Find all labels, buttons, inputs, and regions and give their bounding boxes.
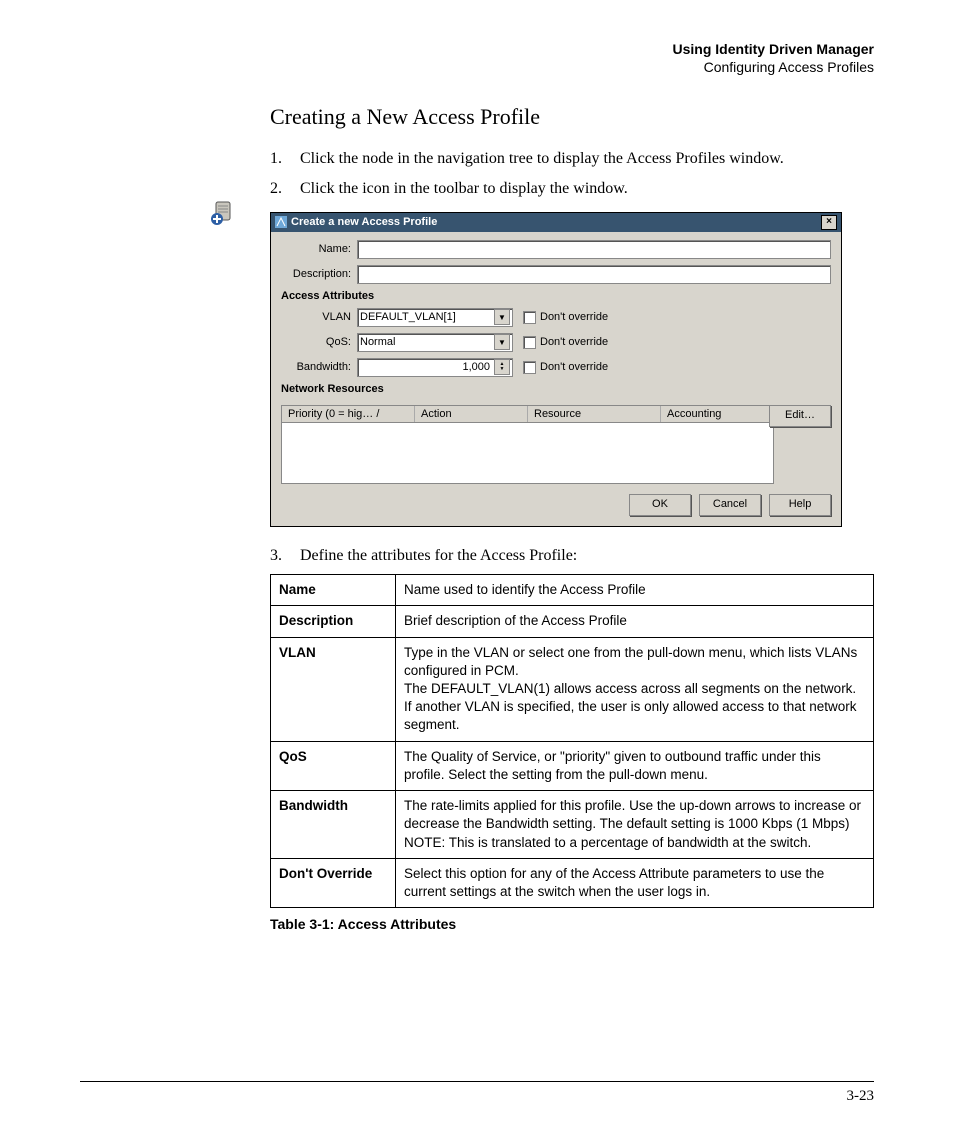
table-row: VLANType in the VLAN or select one from … — [271, 637, 874, 741]
dialog-icon — [275, 216, 287, 228]
vlan-label: VLAN — [281, 311, 351, 323]
bandwidth-label: Bandwidth: — [281, 361, 351, 373]
page-number: 3-23 — [847, 1088, 875, 1104]
checkbox-icon[interactable] — [523, 311, 536, 324]
step-1: 1. Click the node in the navigation tree… — [270, 148, 874, 170]
attr-desc: Brief description of the Access Profile — [396, 606, 874, 637]
attr-name: Bandwidth — [271, 791, 396, 859]
access-attributes-table: NameName used to identify the Access Pro… — [270, 574, 874, 908]
attr-name: Don't Override — [271, 858, 396, 907]
description-label: Description: — [281, 268, 351, 280]
cancel-button[interactable]: Cancel — [699, 494, 761, 516]
ok-button[interactable]: OK — [629, 494, 691, 516]
header-bold: Using Identity Driven Manager — [80, 40, 874, 58]
running-header: Using Identity Driven Manager Configurin… — [80, 40, 874, 76]
network-resources-header: Network Resources — [281, 383, 831, 395]
attr-name: QoS — [271, 741, 396, 790]
vlan-combo[interactable]: DEFAULT_VLAN[1] ▼ — [357, 308, 513, 327]
table-row: NameName used to identify the Access Pro… — [271, 575, 874, 606]
page-footer: 3-23 — [80, 1081, 874, 1105]
help-button[interactable]: Help — [769, 494, 831, 516]
attr-desc: Name used to identify the Access Profile — [396, 575, 874, 606]
name-field[interactable] — [357, 240, 831, 259]
checkbox-icon[interactable] — [523, 361, 536, 374]
bandwidth-spinner[interactable]: 1,000 ▲▼ — [357, 358, 513, 377]
table-row: QoSThe Quality of Service, or "priority"… — [271, 741, 874, 790]
resources-list[interactable] — [281, 423, 774, 484]
create-profile-dialog: Create a new Access Profile × Name: Desc… — [270, 212, 842, 527]
table-row: DescriptionBrief description of the Acce… — [271, 606, 874, 637]
table-caption: Table 3-1: Access Attributes — [270, 916, 874, 932]
attr-desc: Type in the VLAN or select one from the … — [396, 637, 874, 741]
resources-list-header: Priority (0 = hig… / Action Resource Acc… — [281, 405, 774, 423]
attr-desc: The Quality of Service, or "priority" gi… — [396, 741, 874, 790]
section-title: Creating a New Access Profile — [270, 104, 874, 130]
add-profile-icon — [210, 200, 236, 231]
chevron-down-icon[interactable]: ▼ — [494, 309, 510, 325]
attr-name: VLAN — [271, 637, 396, 741]
name-label: Name: — [281, 243, 351, 255]
attr-name: Description — [271, 606, 396, 637]
description-field[interactable] — [357, 265, 831, 284]
table-row: BandwidthThe rate-limits applied for thi… — [271, 791, 874, 859]
vlan-dont-override[interactable]: Don't override — [523, 311, 608, 324]
edit-button[interactable]: Edit… — [769, 405, 831, 427]
access-attributes-header: Access Attributes — [281, 290, 831, 302]
qos-combo[interactable]: Normal ▼ — [357, 333, 513, 352]
qos-label: QoS: — [281, 336, 351, 348]
checkbox-icon[interactable] — [523, 336, 536, 349]
spinner-arrows-icon[interactable]: ▲▼ — [494, 359, 510, 375]
table-row: Don't OverrideSelect this option for any… — [271, 858, 874, 907]
dialog-title: Create a new Access Profile — [291, 216, 437, 228]
dialog-titlebar: Create a new Access Profile × — [271, 213, 841, 232]
attr-desc: Select this option for any of the Access… — [396, 858, 874, 907]
close-icon[interactable]: × — [821, 215, 837, 230]
step-3: 3. Define the attributes for the Access … — [270, 545, 874, 567]
bandwidth-dont-override[interactable]: Don't override — [523, 361, 608, 374]
step-2: 2. Click the icon in the toolbar to disp… — [270, 178, 874, 200]
header-sub: Configuring Access Profiles — [80, 58, 874, 76]
qos-dont-override[interactable]: Don't override — [523, 336, 608, 349]
attr-name: Name — [271, 575, 396, 606]
chevron-down-icon[interactable]: ▼ — [494, 334, 510, 350]
attr-desc: The rate-limits applied for this profile… — [396, 791, 874, 859]
